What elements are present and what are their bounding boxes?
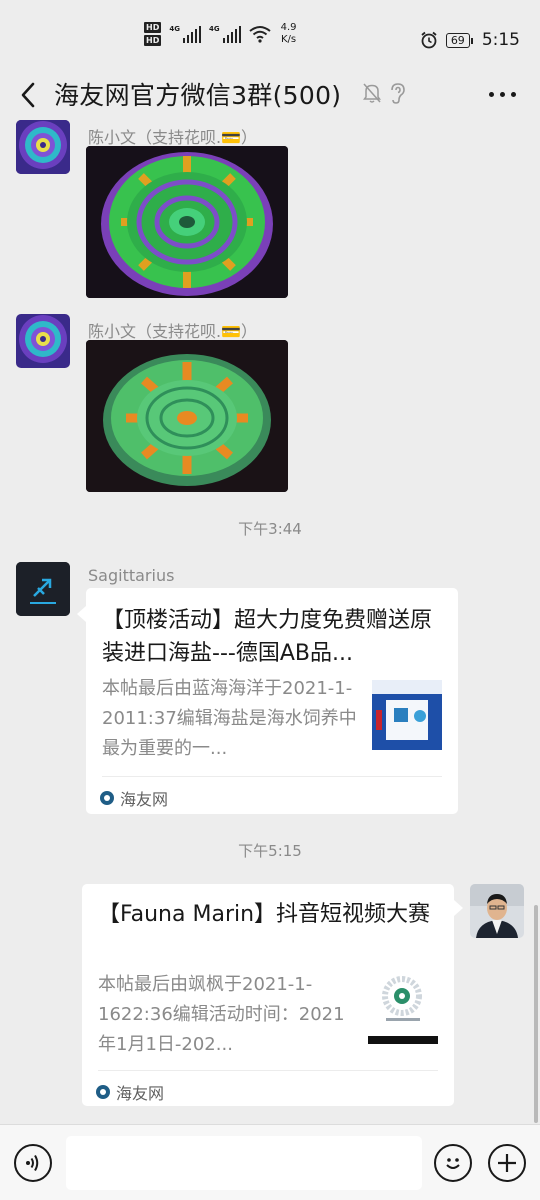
status-bar: HD HD 4G 4G 4.9 K/s 69 5:15: [0, 0, 540, 74]
avatar[interactable]: [16, 562, 70, 616]
mute-bell-icon: [363, 83, 381, 103]
avatar[interactable]: [470, 884, 524, 938]
voice-icon: [26, 1154, 39, 1172]
sender-name: 陈小文（支持花呗.💳）: [88, 128, 258, 147]
source-logo-icon: [100, 791, 114, 805]
sender-name: Sagittarius: [88, 566, 175, 585]
status-right: 69 5:15: [420, 30, 520, 50]
earpiece-icon: [391, 83, 405, 104]
bubble-tail: [77, 606, 86, 622]
coral-photo[interactable]: [86, 146, 288, 298]
chat-title: 海友网官方微信3群(500): [54, 81, 342, 110]
hd-badge-2: HD: [144, 35, 162, 46]
signal-icon-1: 4G: [169, 25, 201, 43]
back-arrow-icon[interactable]: [16, 80, 42, 110]
chat-header: 海友网官方微信3群(500): [0, 74, 540, 116]
wifi-icon: [248, 26, 271, 43]
clock: 5:15: [481, 30, 520, 50]
voice-input-button[interactable]: [14, 1144, 52, 1182]
bubble-tail: [454, 900, 463, 916]
coral-photo[interactable]: [86, 340, 288, 492]
plus-icon: [498, 1154, 516, 1172]
signal-icon-2: 4G: [209, 25, 241, 43]
link-source: 海友网: [100, 786, 168, 810]
card-divider: [102, 776, 442, 777]
link-title: 【Fauna Marin】抖音短视频大赛: [98, 902, 431, 927]
link-description: 本帖最后由飒枫于2021-1-1622:36编辑活动时间：2021年1月1日-2…: [98, 974, 345, 1055]
scrollbar[interactable]: [534, 905, 538, 1123]
alarm-icon: [421, 31, 437, 49]
link-thumbnail: [372, 680, 442, 750]
hd-badge-1: HD: [144, 22, 162, 33]
source-logo-icon: [96, 1085, 110, 1099]
shared-link-card[interactable]: 【Fauna Marin】抖音短视频大赛 本帖最后由飒枫于2021-1-1622…: [82, 884, 454, 1106]
emoji-icon: [446, 1158, 460, 1169]
network-speed: 4.9 K/s: [280, 22, 297, 45]
status-left: HD HD 4G 4G 4.9 K/s: [144, 22, 297, 46]
link-title: 【顶楼活动】超大力度免费赠送原装进口海盐---德国AB品...: [102, 608, 433, 666]
link-description: 本帖最后由蓝海海洋于2021-1-2011:37编辑海盐是海水饲养中最为重要的一…: [102, 678, 357, 759]
message-input[interactable]: [66, 1136, 422, 1190]
sender-name: 陈小文（支持花呗.💳）: [88, 322, 258, 341]
timestamp: 下午3:44: [238, 520, 302, 538]
shared-link-card[interactable]: 【顶楼活动】超大力度免费赠送原装进口海盐---德国AB品... 本帖最后由蓝海海…: [86, 588, 458, 814]
link-source: 海友网: [96, 1080, 164, 1104]
more-functions-button[interactable]: [488, 1144, 526, 1182]
timestamp: 下午5:15: [238, 842, 302, 860]
more-options-icon[interactable]: [489, 92, 516, 97]
link-thumbnail: [368, 974, 438, 1044]
emoji-button[interactable]: [434, 1144, 472, 1182]
card-divider: [98, 1070, 438, 1071]
avatar[interactable]: [16, 314, 70, 368]
avatar[interactable]: [16, 120, 70, 174]
input-bar: [0, 1124, 540, 1200]
battery-icon: 69: [445, 32, 473, 48]
